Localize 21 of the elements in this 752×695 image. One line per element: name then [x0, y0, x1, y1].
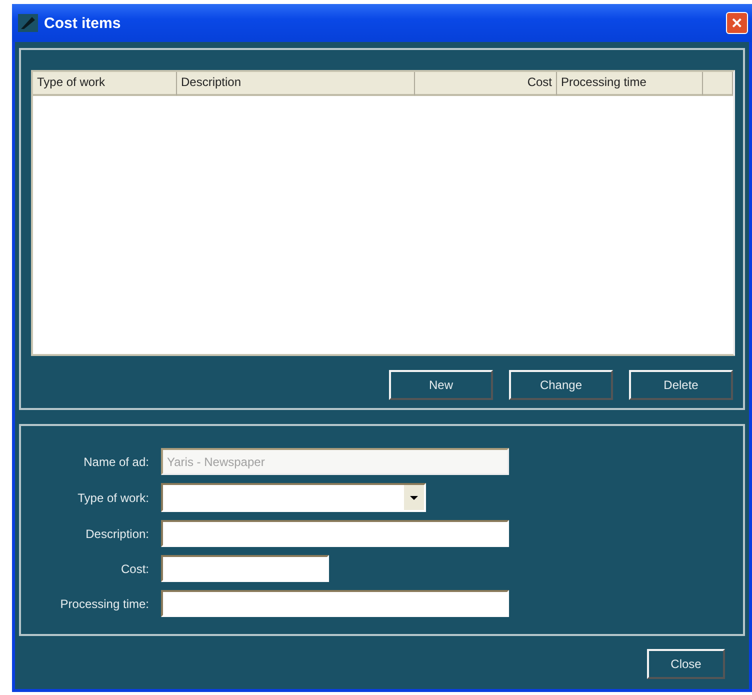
column-header[interactable]: Type of work: [33, 72, 177, 96]
field-label: Name of ad:: [82, 454, 149, 468]
column-header[interactable]: Description: [177, 72, 415, 96]
type-dropdown[interactable]: [161, 483, 426, 512]
field-label: Description:: [84, 526, 149, 540]
field-label: Cost:: [120, 562, 149, 576]
close-button[interactable]: ✕: [726, 12, 748, 34]
list-button[interactable]: New: [389, 370, 493, 400]
list-button[interactable]: Delete: [629, 370, 733, 400]
input-field[interactable]: [161, 555, 329, 582]
list-button[interactable]: Change: [509, 370, 613, 400]
column-header[interactable]: Cost: [415, 72, 557, 96]
column-header: [703, 72, 733, 96]
close-dialog-button[interactable]: Close: [647, 649, 725, 679]
input-field[interactable]: [161, 520, 509, 547]
app-icon: [18, 14, 38, 32]
window-title: Cost items: [44, 14, 122, 32]
input-field[interactable]: [161, 590, 509, 617]
column-header[interactable]: Processing time: [557, 72, 703, 96]
field-label: Type of work:: [76, 490, 149, 504]
field-label: Processing time:: [59, 596, 149, 610]
